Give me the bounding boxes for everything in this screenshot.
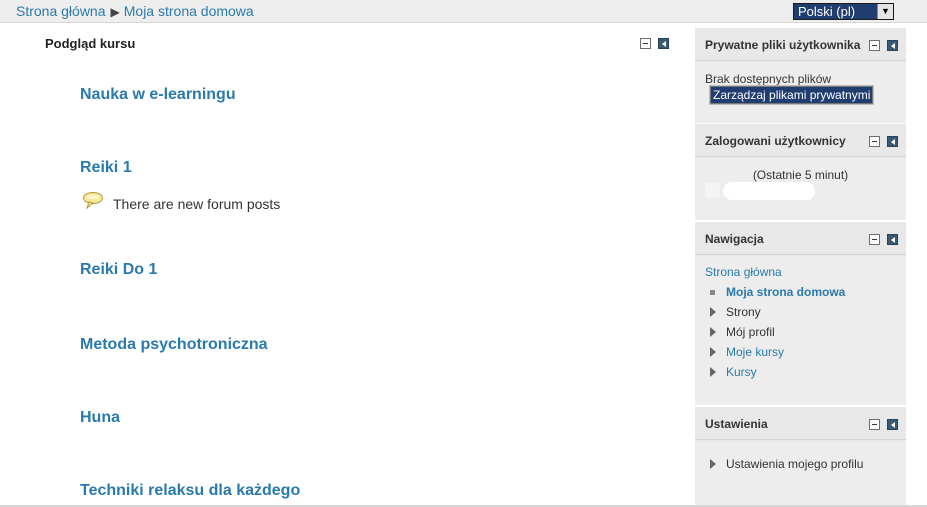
user-avatar-icon <box>705 183 720 198</box>
expand-arrow-icon[interactable] <box>710 347 716 357</box>
breadcrumb-current-link[interactable]: Moja strona domowa <box>124 3 254 19</box>
minimize-block-icon[interactable] <box>640 38 651 49</box>
expand-arrow-icon[interactable] <box>710 327 716 337</box>
language-select-value: Polski (pl) <box>798 4 856 19</box>
page-title: Podgląd kursu <box>45 36 136 51</box>
block-title: Zalogowani użytkownicy <box>705 134 846 148</box>
course-link-nauka-w-e-learningu[interactable]: Nauka w e-learningu <box>80 86 236 104</box>
block-content: Brak dostępnych plików Zarządzaj plikami… <box>695 62 906 123</box>
dock-block-icon[interactable] <box>887 136 898 147</box>
navigation-block: Nawigacja Strona główna Moja strona domo… <box>695 222 906 405</box>
course-link-reiki-do-1[interactable]: Reiki Do 1 <box>80 261 157 279</box>
online-period-text: (Ostatnie 5 minut) <box>752 168 849 182</box>
course-link-techniki-relaksu[interactable]: Techniki relaksu dla każdego <box>80 482 300 500</box>
nav-item-my-profile[interactable]: Mój profil <box>726 325 775 339</box>
minimize-block-icon[interactable] <box>869 40 880 51</box>
sidebar: Prywatne pliki użytkownika Brak dostępny… <box>695 23 906 507</box>
expand-arrow-icon[interactable] <box>710 459 716 469</box>
breadcrumb: Strona główna ▶ Moja strona domowa <box>16 3 254 19</box>
settings-item-my-profile[interactable]: Ustawienia mojego profilu <box>726 457 863 471</box>
nav-item-courses[interactable]: Kursy <box>726 365 757 379</box>
block-title: Ustawienia <box>705 417 768 431</box>
top-navbar: Strona główna ▶ Moja strona domowa Polski … <box>0 0 927 23</box>
nav-home-link[interactable]: Strona główna <box>705 265 782 279</box>
course-link-metoda-psychotroniczna[interactable]: Metoda psychotroniczna <box>80 336 268 354</box>
language-select[interactable]: Polski (pl) ▼ <box>793 3 894 20</box>
block-content: Ustawienia mojego profilu <box>695 441 906 507</box>
nav-item-my-courses[interactable]: Moje kursy <box>726 345 784 359</box>
expand-arrow-icon[interactable] <box>710 367 716 377</box>
breadcrumb-home-link[interactable]: Strona główna <box>16 3 106 19</box>
block-header: Zalogowani użytkownicy <box>695 124 906 157</box>
block-header: Prywatne pliki użytkownika <box>695 28 906 61</box>
course-link-reiki-1[interactable]: Reiki 1 <box>80 159 132 177</box>
no-files-text: Brak dostępnych plików <box>705 72 832 86</box>
bullet-icon <box>710 290 715 295</box>
minimize-block-icon[interactable] <box>869 136 880 147</box>
block-title: Nawigacja <box>705 232 764 246</box>
block-content: Strona główna Moja strona domowa Strony … <box>695 256 906 405</box>
block-header: Ustawienia <box>695 407 906 440</box>
nav-item-pages[interactable]: Strony <box>726 305 761 319</box>
block-header: Nawigacja <box>695 222 906 255</box>
minimize-block-icon[interactable] <box>869 419 880 430</box>
dock-block-icon[interactable] <box>887 234 898 245</box>
dock-block-icon[interactable] <box>658 38 669 49</box>
speech-bubble-icon <box>83 192 103 209</box>
course-link-huna[interactable]: Huna <box>80 409 120 427</box>
forum-notice-text: There are new forum posts <box>113 196 281 212</box>
expand-arrow-icon[interactable] <box>710 307 716 317</box>
online-user-name-redacted[interactable] <box>723 182 815 200</box>
online-users-block: Zalogowani użytkownicy (Ostatnie 5 minut… <box>695 124 906 220</box>
block-title: Prywatne pliki użytkownika <box>705 38 861 52</box>
dock-block-icon[interactable] <box>887 40 898 51</box>
private-files-block: Prywatne pliki użytkownika Brak dostępny… <box>695 28 906 123</box>
nav-item-my-home[interactable]: Moja strona domowa <box>726 285 845 299</box>
chevron-down-icon[interactable]: ▼ <box>877 4 893 19</box>
minimize-block-icon[interactable] <box>869 234 880 245</box>
dock-block-icon[interactable] <box>887 419 898 430</box>
block-content: (Ostatnie 5 minut) <box>695 158 906 220</box>
settings-block: Ustawienia Ustawienia mojego profilu <box>695 407 906 507</box>
breadcrumb-separator-icon: ▶ <box>110 5 120 19</box>
manage-private-files-button[interactable]: Zarządzaj plikami prywatnymi <box>708 85 875 105</box>
